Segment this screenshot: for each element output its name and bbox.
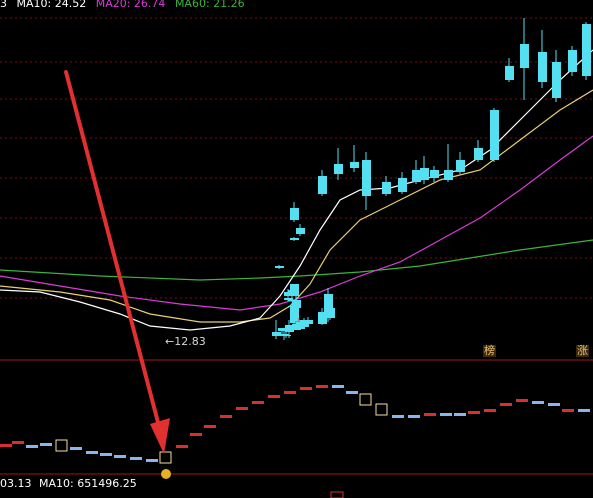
indicator-seg-7 bbox=[100, 453, 112, 456]
candle-body-26 bbox=[290, 208, 299, 220]
candle-body-44 bbox=[568, 50, 577, 72]
indicator-seg-20 bbox=[300, 387, 312, 390]
indicator-seg-21 bbox=[316, 385, 328, 388]
candle-body-11 bbox=[278, 328, 287, 331]
indicator-seg-37 bbox=[562, 409, 574, 412]
candle-body-23 bbox=[296, 228, 305, 234]
candle-body-45 bbox=[582, 24, 591, 76]
ma60-value: MA60: 21.26 bbox=[174, 0, 245, 10]
candle-body-39 bbox=[490, 110, 499, 160]
indicator-seg-9 bbox=[130, 457, 142, 460]
indicator-seg-16 bbox=[236, 407, 248, 410]
indicator-seg-12 bbox=[176, 445, 188, 448]
indicator-seg-26 bbox=[392, 415, 404, 418]
footer-volume-legend: 03.13 MA10: 651496.25 bbox=[0, 477, 137, 490]
annotation-arrow-head bbox=[150, 418, 170, 454]
indicator-seg-31 bbox=[468, 411, 480, 414]
ma20-value: MA20: 26.74 bbox=[95, 0, 166, 10]
indicator-seg-27 bbox=[408, 415, 420, 418]
indicator-seg-23 bbox=[346, 391, 358, 394]
indicator-seg-5 bbox=[70, 447, 82, 450]
candle-body-12 bbox=[272, 332, 281, 336]
signal-dot bbox=[161, 469, 171, 479]
header-prefix: 3 bbox=[0, 0, 7, 10]
indicator-seg-29 bbox=[440, 413, 452, 416]
candle-body-42 bbox=[538, 52, 547, 82]
indicator-seg-36 bbox=[548, 403, 560, 406]
indicator-seg-3 bbox=[40, 443, 52, 446]
indicator-seg-14 bbox=[204, 425, 216, 428]
candle-body-40 bbox=[505, 66, 514, 80]
indicator-seg-38 bbox=[578, 409, 590, 412]
candle-body-29 bbox=[350, 162, 359, 168]
candle-body-14 bbox=[282, 335, 291, 336]
indicator-seg-0 bbox=[0, 444, 12, 447]
badge-left[interactable]: 榜 bbox=[483, 345, 496, 357]
candle-body-41 bbox=[520, 44, 529, 68]
indicator-box-25 bbox=[375, 403, 388, 416]
candle-body-24 bbox=[290, 238, 299, 240]
indicator-seg-10 bbox=[146, 459, 158, 462]
candle-body-34 bbox=[420, 168, 429, 180]
candle-body-36 bbox=[444, 170, 453, 180]
low-price-label: ←12.83 bbox=[165, 335, 206, 348]
indicator-seg-28 bbox=[424, 413, 436, 416]
stock-chart-window: 3 MA10: 24.52 MA20: 26.74 MA60: 21.26 ←1… bbox=[0, 0, 593, 498]
volume-ma10-value: MA10: 651496.25 bbox=[39, 477, 137, 490]
indicator-seg-35 bbox=[532, 401, 544, 404]
indicator-seg-33 bbox=[500, 403, 512, 406]
candle-body-27 bbox=[318, 176, 327, 194]
candle-body-28 bbox=[334, 164, 343, 174]
candle-body-32 bbox=[398, 178, 407, 192]
indicator-seg-30 bbox=[454, 413, 466, 416]
indicator-seg-1 bbox=[12, 441, 24, 444]
candle-body-8 bbox=[290, 306, 299, 323]
candle-body-25 bbox=[275, 266, 284, 268]
candle-body-22 bbox=[324, 294, 333, 318]
indicator-seg-2 bbox=[26, 445, 38, 448]
candle-body-19 bbox=[304, 320, 313, 324]
indicator-seg-6 bbox=[86, 451, 98, 454]
indicator-seg-19 bbox=[284, 391, 296, 394]
candle-body-35 bbox=[430, 170, 439, 178]
indicator-seg-22 bbox=[332, 385, 344, 388]
header-ma-legend: 3 MA10: 24.52 MA20: 26.74 MA60: 21.26 bbox=[0, 0, 245, 10]
candle-body-38 bbox=[474, 148, 483, 160]
ma60-line bbox=[0, 239, 593, 281]
candle-body-37 bbox=[456, 160, 465, 172]
indicator-seg-13 bbox=[190, 433, 202, 436]
indicator-seg-15 bbox=[220, 415, 232, 418]
candle-body-33 bbox=[412, 170, 421, 182]
indicator-seg-8 bbox=[114, 455, 126, 458]
indicator-seg-34 bbox=[516, 399, 528, 402]
indicator-box-11 bbox=[159, 451, 172, 464]
volume-bar bbox=[330, 491, 344, 498]
candle-body-43 bbox=[552, 62, 561, 98]
indicator-box-24 bbox=[359, 393, 372, 406]
indicator-seg-17 bbox=[252, 401, 264, 404]
annotation-arrow-shaft bbox=[64, 70, 162, 432]
candlestick-chart[interactable] bbox=[0, 0, 593, 498]
indicator-box-4 bbox=[55, 439, 68, 452]
candle-body-30 bbox=[362, 160, 371, 196]
ma10-value: MA10: 24.52 bbox=[16, 0, 87, 10]
candle-body-31 bbox=[382, 182, 391, 194]
footer-prefix: 03.13 bbox=[0, 477, 32, 490]
indicator-seg-32 bbox=[484, 409, 496, 412]
badge-right[interactable]: 涨 bbox=[576, 345, 589, 357]
indicator-seg-18 bbox=[268, 395, 280, 398]
